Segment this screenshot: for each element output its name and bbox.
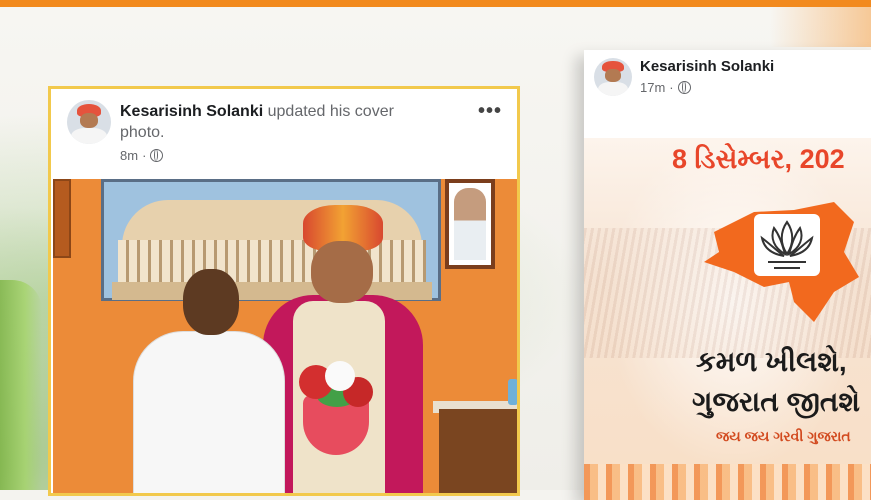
facebook-post-poster: Kesarisinh Solanki 17m · 8 ડિસેમ્બર, 202… (584, 50, 871, 500)
photo-cabinet (439, 409, 517, 493)
cover-photo[interactable] (53, 179, 517, 493)
meta-separator: · (142, 148, 147, 163)
photo-framed-portrait (445, 179, 495, 269)
poster-flame-border (584, 464, 871, 500)
facebook-post-cover-update: Kesarisinh Solanki updated his cover pho… (48, 86, 520, 496)
post-meta: 17m · (640, 80, 691, 95)
background-green-streak (0, 280, 42, 490)
more-options-icon[interactable]: ••• (478, 100, 502, 123)
post-timestamp[interactable]: 8m (120, 148, 138, 163)
lotus-logo-icon (754, 214, 820, 276)
poster-tagline-3: જય જય ગરવી ગુજરાત (716, 428, 851, 444)
author-avatar[interactable] (67, 100, 111, 144)
poster-tagline-2: ગુજરાત જીતશે (692, 386, 860, 417)
poster-date: 8 ડિસેમ્બર, 202 (672, 144, 845, 174)
author-avatar[interactable] (594, 58, 632, 96)
poster-tagline-1: કમળ ખીલશે, (696, 346, 847, 377)
photo-bottle (508, 379, 517, 405)
globe-icon (677, 81, 691, 94)
author-name[interactable]: Kesarisinh Solanki (640, 58, 774, 75)
photo-bouquet (293, 355, 383, 455)
background-orange-glow (770, 7, 871, 47)
post-meta: 8m · (120, 148, 164, 163)
author-name[interactable]: Kesarisinh Solanki (120, 103, 263, 120)
meta-separator: · (669, 80, 674, 95)
photo-door (53, 179, 71, 258)
globe-icon (150, 149, 164, 162)
post-header: Kesarisinh Solanki updated his cover pho… (120, 101, 440, 143)
election-poster-image[interactable]: 8 ડિસેમ્બર, 202 કમળ ખીલશે, ગુજરાત જીતશે … (584, 138, 871, 500)
post-timestamp[interactable]: 17m (640, 80, 665, 95)
top-accent-bar (0, 0, 871, 7)
photo-person-white-shirt (133, 269, 285, 493)
